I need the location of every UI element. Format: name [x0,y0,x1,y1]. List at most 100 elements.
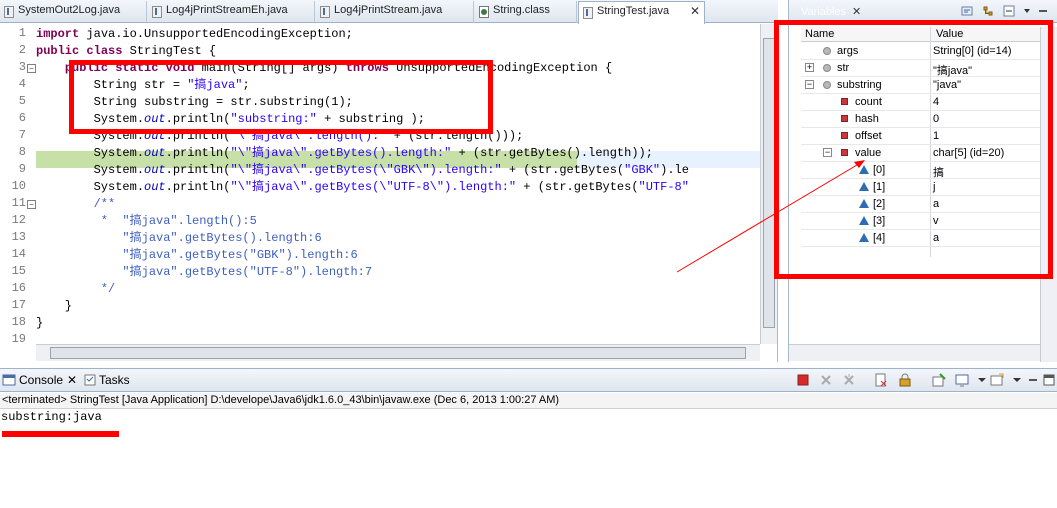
java-file-icon [152,6,162,18]
editor-tab[interactable]: SystemOut2Log.java [0,1,147,23]
variables-horizontal-scrollbar[interactable] [789,344,1041,361]
code-line[interactable]: "搞java".getBytes("GBK").length:6 [36,247,358,264]
code-token: public [36,44,80,58]
tab-variables[interactable]: Variables ✕ [801,5,861,18]
java-file-icon [320,6,330,18]
code-editor[interactable]: SystemOut2Log.java Log4jPrintStreamEh.jav… [0,0,778,362]
code-token: out [144,146,166,160]
console-tab-label: Console [19,373,64,387]
code-token: * "搞java".length():5 [36,214,257,228]
close-icon[interactable]: ✕ [690,4,700,18]
code-token: "GBK" [624,163,661,177]
java-file-icon [4,6,14,18]
line-number: 16 [11,281,26,295]
code-line[interactable]: } [36,298,72,315]
code-token: "\"搞java\".getBytes().length:" [230,146,452,160]
tab-console[interactable]: Console ✕ [19,373,77,387]
editor-tab-bar: SystemOut2Log.java Log4jPrintStreamEh.jav… [0,0,778,24]
show-type-names-icon[interactable] [961,5,973,17]
line-number: 1 [18,26,26,40]
code-line[interactable]: public class StringTest { [36,43,216,60]
fold-toggle-icon[interactable]: − [27,200,36,209]
code-token: System. [36,180,145,194]
fold-toggle-icon[interactable]: − [27,64,36,73]
code-token: "搞java".getBytes("UTF-8").length:7 [36,265,373,279]
editor-tab[interactable]: StringTest.java ✕ [578,1,705,24]
code-token: .println( [165,180,231,194]
line-number: 11 [11,196,26,210]
code-line[interactable]: System.out.println("\"搞java\".getBytes()… [36,145,653,162]
editor-tab-label: Log4jPrintStream.java [334,4,443,16]
code-line[interactable]: } [36,315,43,332]
code-token: "\"搞java\".getBytes(\"UTF-8\").length:" [230,180,517,194]
code-token: "搞java".getBytes("GBK").length:6 [36,248,358,262]
tab-tasks[interactable]: Tasks [99,373,130,387]
close-icon[interactable]: ✕ [67,373,77,387]
code-token: StringTest { [122,44,217,58]
code-line[interactable]: System.out.println("\"搞java\".getBytes(\… [36,179,689,196]
code-token: System. [36,146,145,160]
code-token: + (str.getBytes().length)); [451,146,653,160]
code-token: .println( [165,163,231,177]
code-token: + (str.getBytes( [501,163,625,177]
remove-all-terminated-icon[interactable] [842,373,856,387]
open-console-icon[interactable] [990,373,1004,387]
minimize-icon[interactable] [1037,5,1049,17]
code-line[interactable]: import java.io.UnsupportedEncodingExcept… [36,26,353,43]
code-token: out [144,180,166,194]
scrollbar-thumb[interactable] [50,347,746,359]
clear-console-icon[interactable] [874,373,888,387]
collapse-all-icon[interactable] [1003,5,1015,17]
code-token: import [36,27,80,41]
code-line[interactable]: "搞java".getBytes("UTF-8").length:7 [36,264,372,281]
java-file-icon [583,7,593,19]
code-token: */ [36,282,116,296]
pin-console-icon[interactable] [932,373,946,387]
console-view: Console ✕ Tasks <terminated> StringTest [… [0,368,1057,508]
terminate-icon[interactable] [796,373,810,387]
code-line[interactable]: /** [36,196,116,213]
editor-tab[interactable]: Log4jPrintStream.java [316,1,474,23]
tasks-icon [84,374,96,386]
annotation-underline [2,431,119,437]
line-number: 13 [11,230,26,244]
code-token: System. [36,163,145,177]
console-output[interactable]: substring:java [0,410,102,424]
line-number: 8 [18,145,26,159]
code-line[interactable]: */ [36,281,115,298]
code-line[interactable]: "搞java".getBytes().length:6 [36,230,322,247]
annotation-box-code [69,60,493,134]
chevron-down-icon[interactable] [1010,373,1024,387]
line-number: 2 [18,43,26,57]
show-logical-structure-icon[interactable] [982,5,994,17]
maximize-icon[interactable] [1042,373,1056,387]
console-description: <terminated> StringTest [Java Applicatio… [0,393,1057,409]
code-token: out [144,163,166,177]
line-number: 6 [18,111,26,125]
editor-tab[interactable]: Log4jPrintStreamEh.java [148,1,315,23]
line-number: 17 [11,298,26,312]
code-token: class [86,44,123,58]
view-menu-icon[interactable] [1021,5,1033,17]
line-number: 4 [18,77,26,91]
scroll-lock-icon[interactable] [898,373,912,387]
line-number: 7 [18,128,26,142]
line-number: 18 [11,315,26,329]
remove-launch-icon[interactable] [819,373,833,387]
code-token: + (str.getBytes( [516,180,639,194]
code-token: "\"搞java\".getBytes(\"GBK\").length:" [230,163,502,177]
minimize-icon[interactable] [1026,373,1040,387]
line-number: 9 [18,162,26,176]
code-line[interactable]: * "搞java".length():5 [36,213,257,230]
editor-horizontal-scrollbar[interactable] [36,344,760,361]
code-token: "搞java".getBytes().length:6 [36,231,322,245]
close-icon[interactable]: ✕ [852,6,861,18]
editor-tab-label: StringTest.java [597,5,670,17]
class-file-icon [479,6,489,18]
line-number: 14 [11,247,26,261]
code-line[interactable]: System.out.println("\"搞java\".getBytes(\… [36,162,689,179]
editor-tab[interactable]: String.class [475,1,577,23]
chevron-down-icon[interactable] [975,373,989,387]
line-number: 3 [18,60,26,74]
display-selected-console-icon[interactable] [955,373,969,387]
